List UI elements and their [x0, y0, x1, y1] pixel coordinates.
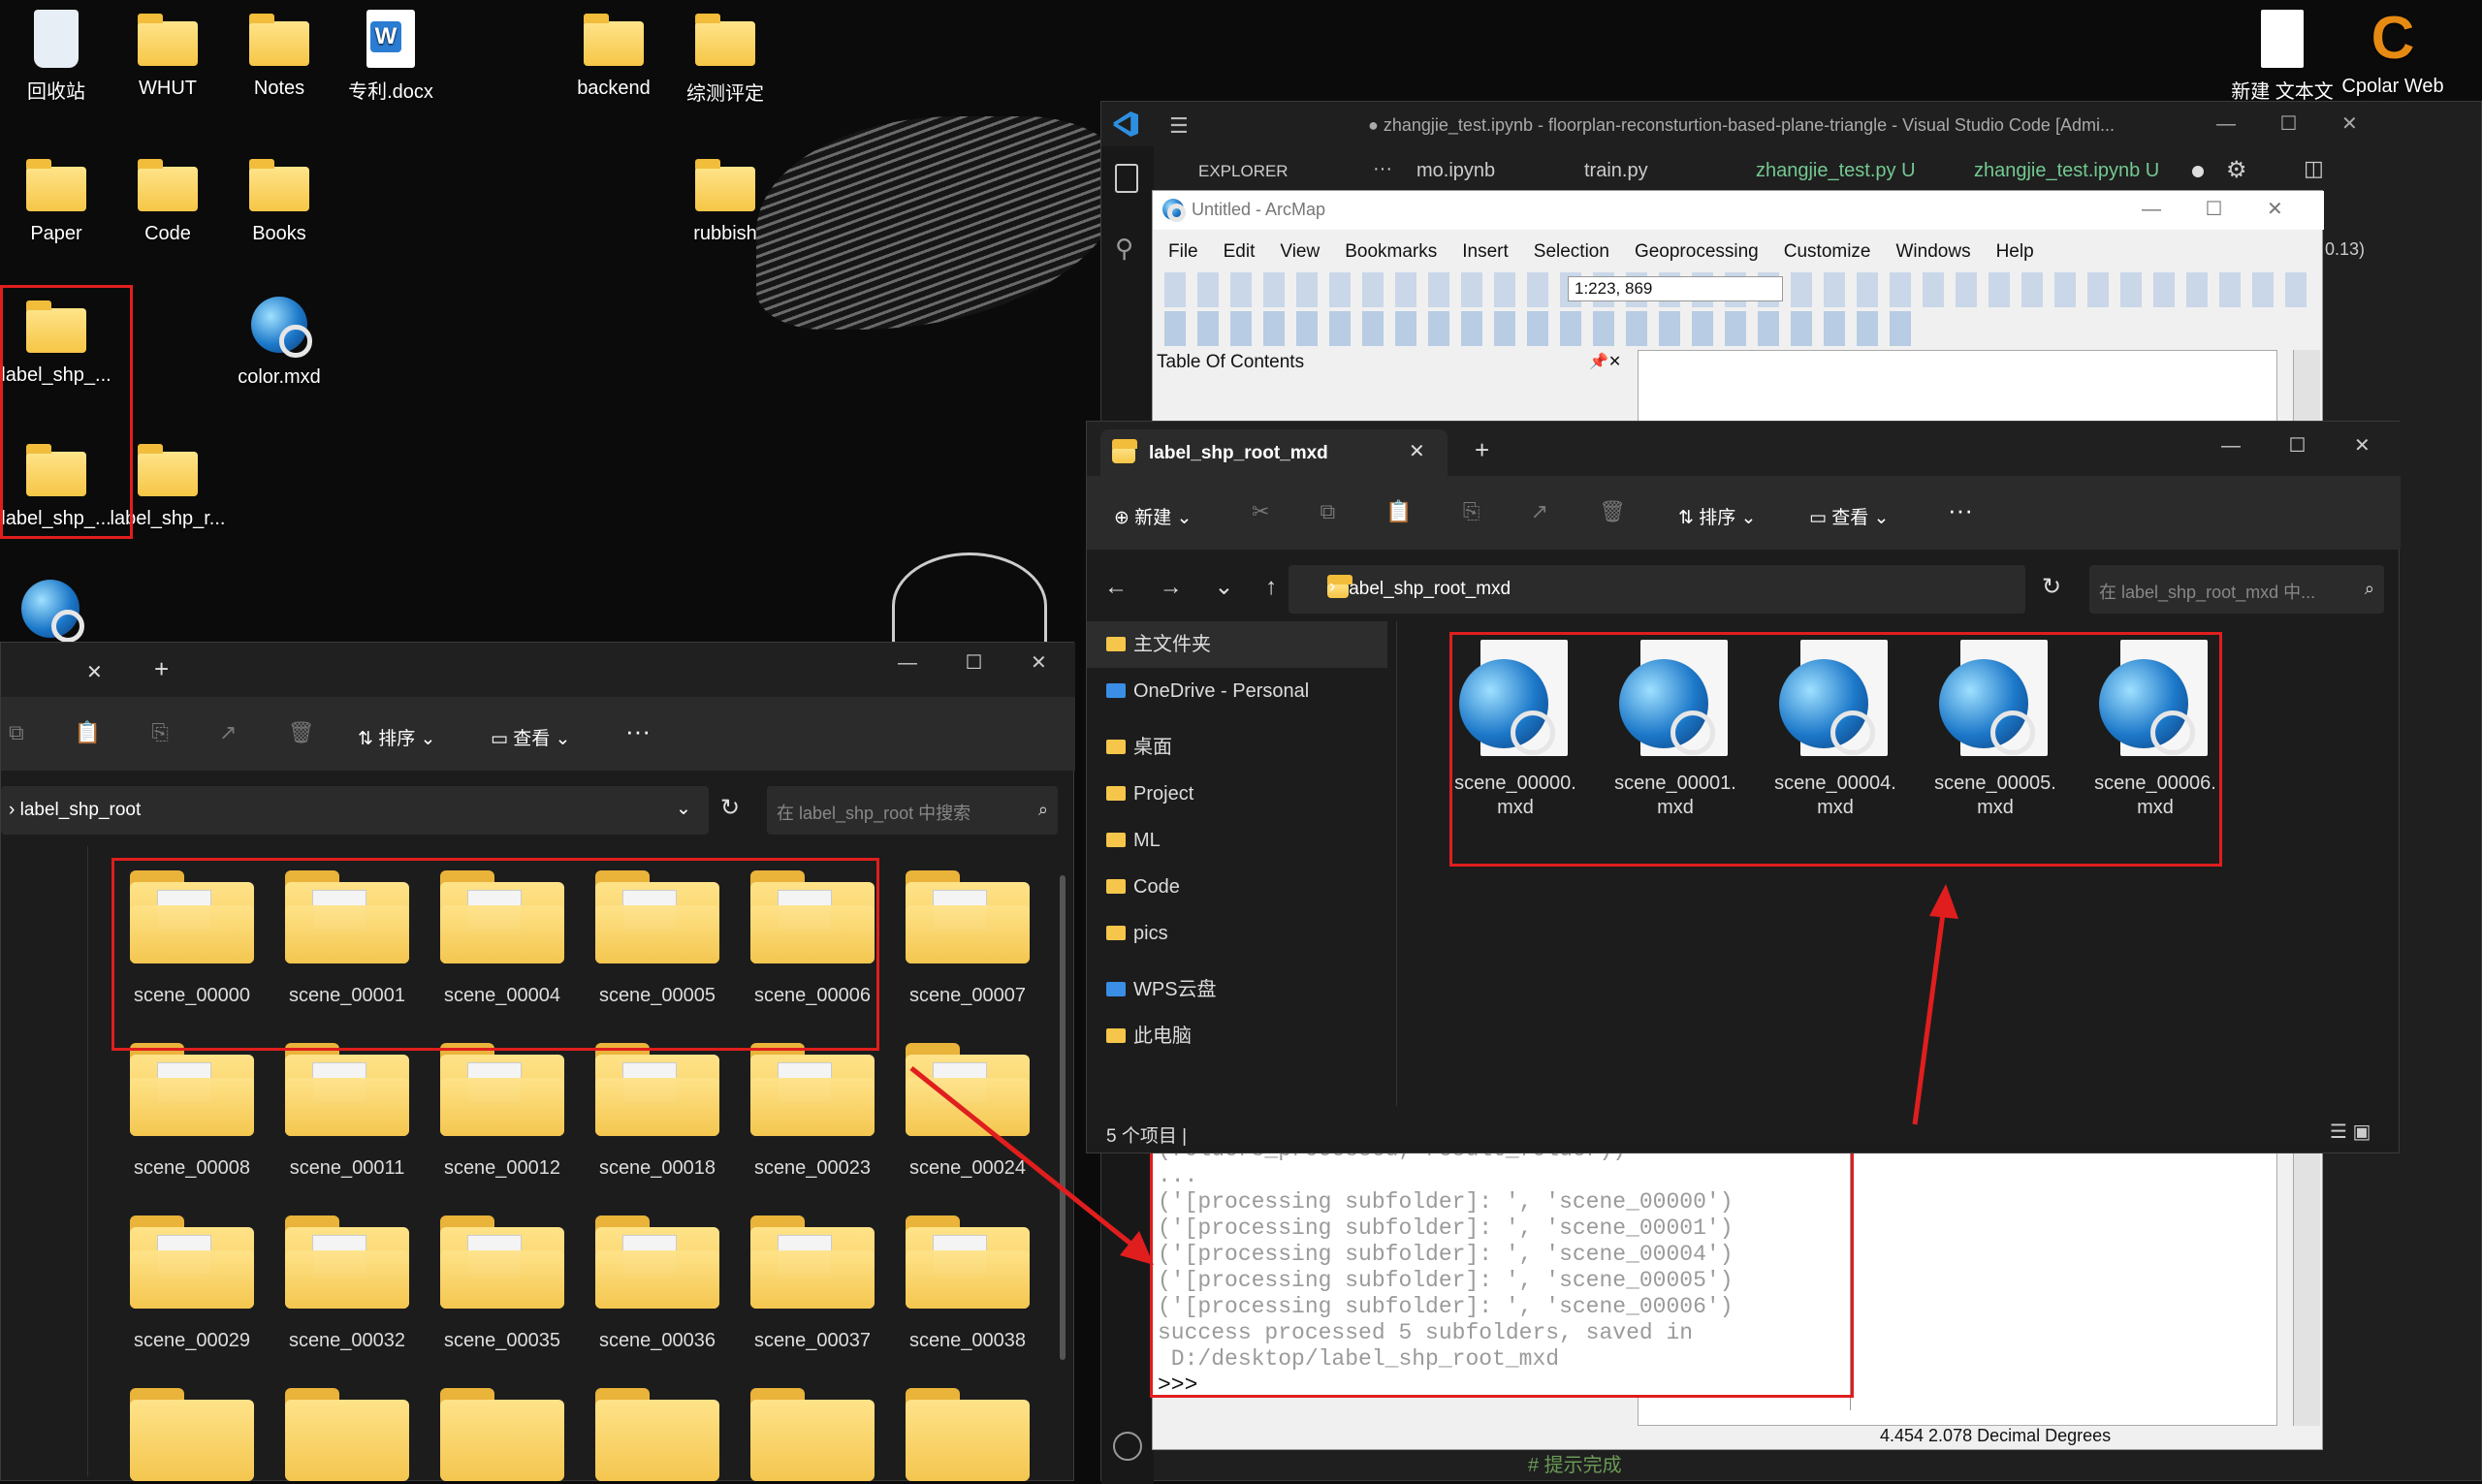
annotation-arrows	[909, 884, 1958, 1265]
